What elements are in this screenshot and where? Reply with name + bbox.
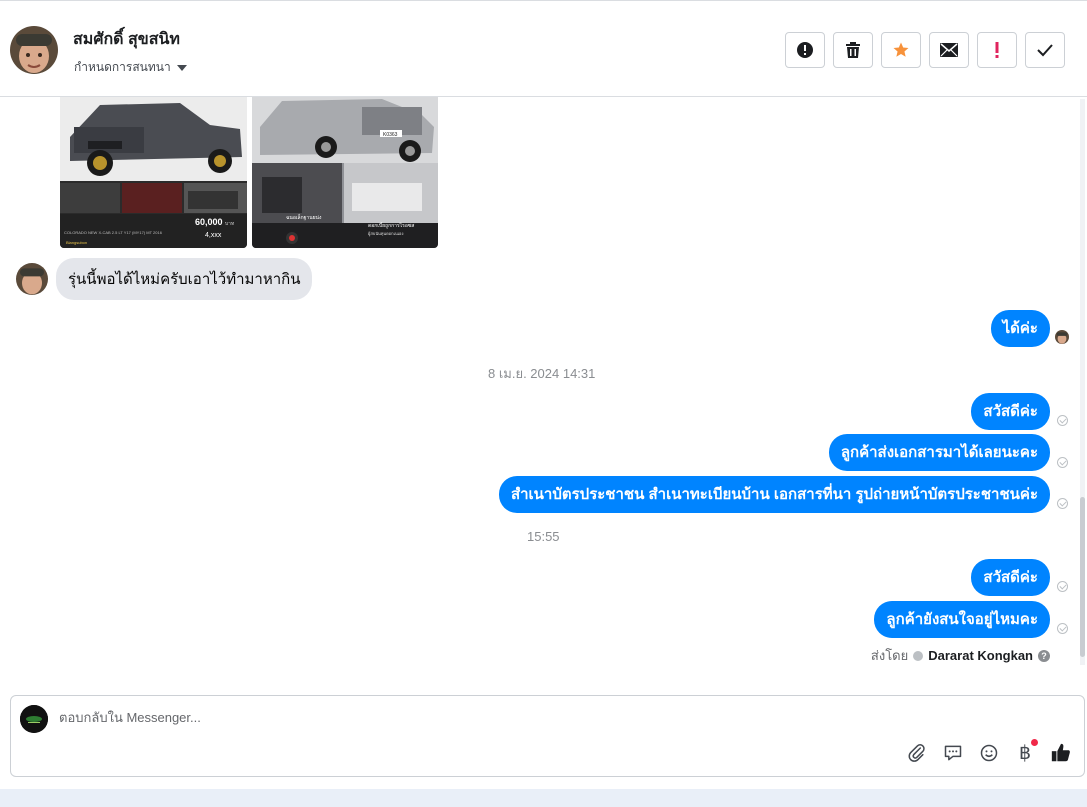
sent-by-label: ส่งโดย <box>870 648 909 663</box>
outgoing-message-bubble[interactable]: ได้ค่ะ <box>990 310 1050 347</box>
thread-timestamp: 8 เม.ย. 2024 14:31 <box>488 366 596 381</box>
delete-button[interactable] <box>833 32 873 68</box>
shared-photo-1[interactable]: 60,000 บาท 4,xxx COLORADO NEW X-CAB 2.5 … <box>60 97 247 248</box>
baht-payment-icon[interactable]: ฿ <box>1014 739 1038 764</box>
message-thread: 60,000 บาท 4,xxx COLORADO NEW X-CAB 2.5 … <box>0 97 1087 680</box>
saved-reply-icon[interactable] <box>942 742 964 764</box>
photo2-caption: ฉนอเล็กฐานยน่ง <box>286 213 322 221</box>
page-avatar <box>20 705 48 733</box>
outgoing-message-bubble[interactable]: ลูกค้าส่งเอกสารมาได้เลยนะคะ <box>828 434 1050 471</box>
shared-photo-2[interactable]: K0363 ฉนอเล็กฐานยน่ง ดอกเบี้ยถูกการไรอซส… <box>252 97 438 248</box>
envelope-icon <box>940 43 958 57</box>
outgoing-message-bubble[interactable]: สวัสดีค่ะ <box>971 393 1050 430</box>
incoming-message-row: รุ่นนี้พอได้ไหม่ครับเอาไว้ทำมาหากิน <box>16 258 313 300</box>
star-button[interactable] <box>881 32 921 68</box>
sent-check-icon <box>1057 457 1068 468</box>
star-icon <box>893 42 909 57</box>
contact-avatar-small <box>16 263 48 295</box>
help-icon[interactable]: ? <box>1038 649 1050 662</box>
sent-check-icon <box>1057 581 1068 592</box>
outgoing-message-bubble[interactable]: ลูกค้ายังสนใจอยู่ไหมคะ <box>874 601 1050 638</box>
seen-avatar-icon <box>1055 330 1069 344</box>
like-icon[interactable] <box>1050 742 1072 764</box>
dealer-text: Blangsubon <box>66 240 87 245</box>
sent-by-line: ส่งโดย Dararat Kongkan ? <box>871 645 1050 666</box>
outgoing-message-bubble[interactable]: สำเนาบัตรประชาชน สำเนาทะเบียนบ้าน เอกสาร… <box>498 476 1050 513</box>
reply-input[interactable] <box>59 710 659 725</box>
outgoing-message-bubble[interactable]: สวัสดีค่ะ <box>971 559 1050 596</box>
check-icon <box>1037 44 1053 57</box>
incoming-message-bubble[interactable]: รุ่นนี้พอได้ไหม่ครับเอาไว้ทำมาหากิน <box>56 258 313 300</box>
sent-check-icon <box>1057 498 1068 509</box>
thread-timestamp: 15:55 <box>527 529 560 544</box>
model-caption: COLORADO NEW X-CAB 2.5 LT Y17 (MY17) MT … <box>64 230 163 235</box>
plate-text: K0363 <box>383 132 398 138</box>
sent-check-icon <box>1057 415 1068 426</box>
price-unit: บาท <box>225 221 234 227</box>
trash-icon <box>846 42 860 58</box>
thread-scrollbar-thumb[interactable] <box>1080 497 1085 657</box>
price-text: 60,000 <box>195 217 223 227</box>
installment-text: 4,xxx <box>205 232 222 239</box>
footer-strip <box>0 789 1087 807</box>
conversation-header: สมศักดิ์ สุขสนิท กำหนดการสนทนา <box>0 0 1087 97</box>
baht-symbol: ฿ <box>1018 742 1032 764</box>
follow-up-button[interactable] <box>977 32 1017 68</box>
contact-name[interactable]: สมศักดิ์ สุขสนิท <box>73 27 180 52</box>
composer-tools: ฿ <box>906 739 1072 764</box>
notification-dot <box>1031 739 1038 746</box>
alert-circle-icon <box>797 42 813 58</box>
paperclip-icon[interactable] <box>906 742 928 764</box>
assign-conversation-dropdown[interactable]: กำหนดการสนทนา <box>74 58 187 77</box>
inbox-conversation: สมศักดิ์ สุขสนิท กำหนดการสนทนา 60,000 บา… <box>0 0 1087 807</box>
sent-check-icon <box>1057 623 1068 634</box>
assign-label: กำหนดการสนทนา <box>74 60 171 74</box>
mark-done-button[interactable] <box>1025 32 1065 68</box>
caret-down-icon <box>176 64 187 71</box>
conversation-toolbar <box>785 32 1065 68</box>
reply-composer: ฿ <box>10 695 1085 777</box>
spam-button[interactable] <box>785 32 825 68</box>
sent-by-name[interactable]: Dararat Kongkan <box>928 648 1033 663</box>
verified-icon <box>913 650 924 661</box>
exclamation-icon <box>995 42 999 58</box>
emoji-icon[interactable] <box>978 742 1000 764</box>
mark-unread-button[interactable] <box>929 32 969 68</box>
contact-avatar[interactable] <box>10 26 58 74</box>
